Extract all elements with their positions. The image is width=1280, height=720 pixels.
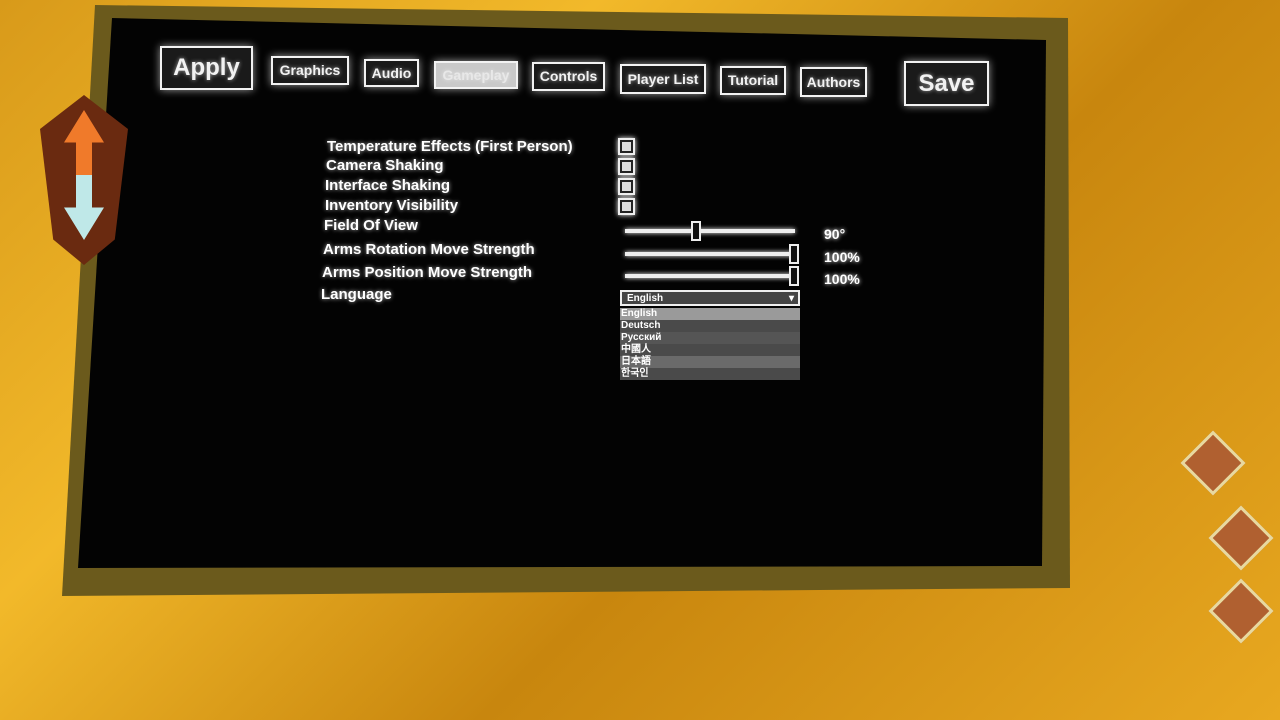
interface-shaking-label: Interface Shaking xyxy=(325,177,451,194)
camera-shaking-checkbox[interactable] xyxy=(618,158,635,175)
arms-position-label: Arms Position Move Strength xyxy=(322,264,533,281)
arms-rotation-slider[interactable] xyxy=(625,244,799,264)
tab-graphics[interactable]: Graphics xyxy=(271,56,349,85)
temperature-effects-label: Temperature Effects (First Person) xyxy=(327,138,573,155)
temperature-effects-checkbox[interactable] xyxy=(618,138,635,155)
language-option[interactable]: Deutsch xyxy=(620,320,800,332)
language-dropdown[interactable]: English ▾ xyxy=(620,290,800,306)
language-option[interactable]: 한국인 xyxy=(620,368,800,380)
language-option[interactable]: English xyxy=(620,308,800,320)
field-of-view-slider[interactable] xyxy=(625,221,795,241)
language-option[interactable]: 日本語 xyxy=(620,356,800,368)
field-of-view-value: 90° xyxy=(824,226,846,242)
arms-position-value: 100% xyxy=(824,271,860,287)
arms-rotation-label: Arms Rotation Move Strength xyxy=(323,241,535,258)
slider-thumb[interactable] xyxy=(690,221,701,241)
tab-controls[interactable]: Controls xyxy=(532,62,605,91)
arms-position-slider[interactable] xyxy=(625,266,799,286)
tab-audio[interactable]: Audio xyxy=(364,59,419,87)
language-selected: English xyxy=(627,293,664,304)
field-of-view-label: Field Of View xyxy=(324,217,418,234)
inventory-visibility-label: Inventory Visibility xyxy=(325,197,459,214)
apply-button[interactable]: Apply xyxy=(160,46,253,90)
slider-thumb[interactable] xyxy=(789,244,799,264)
tab-authors[interactable]: Authors xyxy=(800,67,867,97)
tab-gameplay[interactable]: Gameplay xyxy=(434,61,518,89)
tab-player-list[interactable]: Player List xyxy=(620,64,706,94)
slider-thumb[interactable] xyxy=(789,266,799,286)
language-option[interactable]: Русский xyxy=(620,332,800,344)
interface-shaking-checkbox[interactable] xyxy=(618,178,635,195)
chevron-down-icon: ▾ xyxy=(788,293,794,304)
inventory-visibility-checkbox[interactable] xyxy=(618,198,635,215)
language-option[interactable]: 中國人 xyxy=(620,344,800,356)
tab-tutorial[interactable]: Tutorial xyxy=(720,66,786,95)
camera-shaking-label: Camera Shaking xyxy=(326,157,444,174)
arms-rotation-value: 100% xyxy=(824,249,860,265)
save-button[interactable]: Save xyxy=(904,61,989,106)
language-label: Language xyxy=(321,286,392,303)
